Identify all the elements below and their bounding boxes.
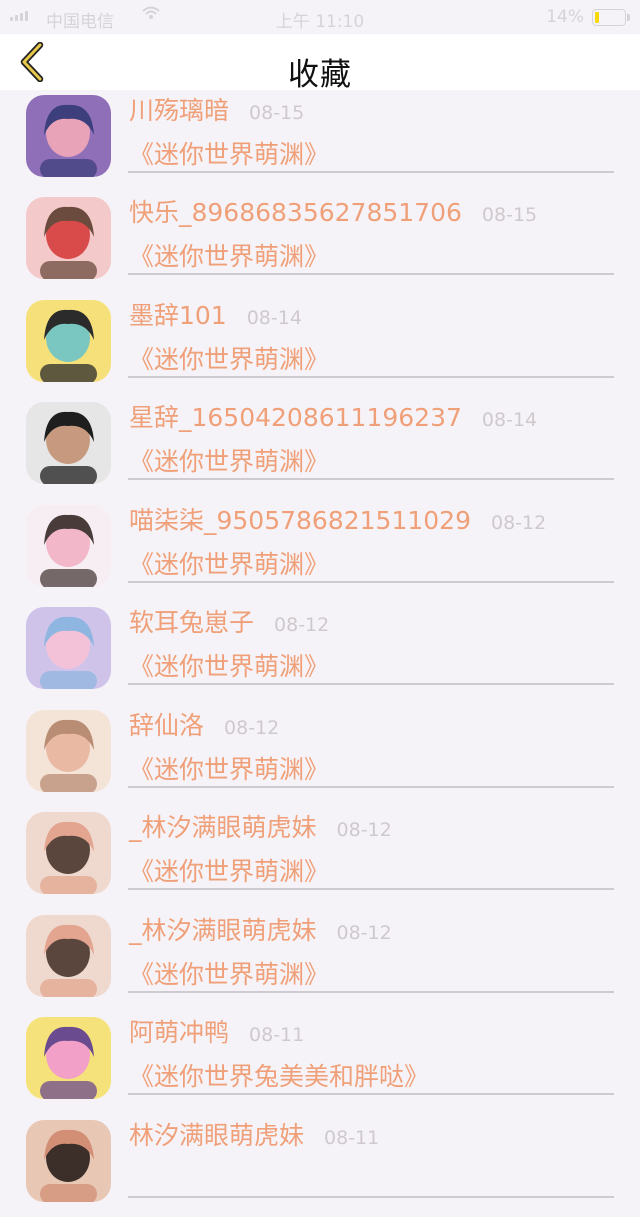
author-line: 快乐_89686835627851706 08-15 — [129, 193, 537, 229]
author-name[interactable]: 喵柒柒_9505786821511029 — [129, 501, 471, 537]
post-date: 08-12 — [336, 922, 392, 944]
favorite-item[interactable]: _林汐满眼萌虎妹 08-12 《迷你世界萌渊》 — [0, 807, 640, 909]
divider — [128, 171, 614, 173]
divider — [128, 888, 614, 890]
author-name[interactable]: 阿萌冲鸭 — [129, 1013, 229, 1049]
avatar[interactable] — [26, 1017, 111, 1099]
author-line: 川殇璃暗 08-15 — [129, 91, 304, 127]
work-title[interactable]: 《迷你世界萌渊》 — [129, 955, 329, 991]
favorite-item[interactable]: 墨辞101 08-14 《迷你世界萌渊》 — [0, 295, 640, 397]
author-line: 软耳兔崽子 08-12 — [129, 603, 329, 639]
favorite-item[interactable]: 辞仙洛 08-12 《迷你世界萌渊》 — [0, 705, 640, 807]
post-date: 08-11 — [324, 1127, 380, 1149]
favorite-item[interactable]: 星辞_1650420861119623​7 08-14 《迷你世界萌渊》 — [0, 397, 640, 499]
post-date: 08-12 — [491, 512, 547, 534]
work-title[interactable]: 《迷你世界萌渊》 — [129, 750, 329, 786]
divider — [128, 683, 614, 685]
navigation-bar: 收藏 — [0, 34, 640, 93]
post-date: 08-11 — [249, 1024, 305, 1046]
divider — [128, 376, 614, 378]
post-date: 08-12 — [336, 819, 392, 841]
battery-percent: 14% — [546, 7, 584, 27]
avatar[interactable] — [26, 915, 111, 997]
clock: 上午 11:10 — [275, 12, 365, 32]
author-line: 墨辞101 08-14 — [129, 296, 302, 332]
author-line: 辞仙洛 08-12 — [129, 706, 279, 742]
author-name[interactable]: 墨辞101 — [129, 296, 227, 332]
author-name[interactable]: 星辞_1650420861119623​7 — [129, 398, 462, 434]
battery-icon — [592, 9, 630, 26]
battery-level — [595, 12, 599, 23]
divider — [128, 786, 614, 788]
page-title: 收藏 — [288, 57, 352, 93]
divider — [128, 478, 614, 480]
author-name[interactable]: _林汐满眼萌虎妹 — [129, 808, 317, 844]
avatar[interactable] — [26, 710, 111, 792]
post-date: 08-14 — [246, 307, 302, 329]
work-title[interactable]: 《迷你世界萌渊》 — [129, 135, 329, 171]
work-title[interactable]: 《迷你世界萌渊》 — [129, 647, 329, 683]
divider — [128, 1196, 614, 1198]
favorite-item[interactable]: 快乐_89686835627851706 08-15 《迷你世界萌渊》 — [0, 192, 640, 294]
avatar[interactable] — [26, 505, 111, 587]
post-date: 08-14 — [481, 409, 538, 431]
avatar[interactable] — [26, 812, 111, 894]
work-title[interactable]: 《迷你世界兔美美和胖哒》 — [129, 1057, 429, 1093]
favorite-item[interactable]: 川殇璃暗 08-15 《迷你世界萌渊》 — [0, 90, 640, 192]
avatar[interactable] — [26, 607, 111, 689]
favorite-item[interactable]: _林汐满眼萌虎妹 08-12 《迷你世界萌渊》 — [0, 910, 640, 1012]
author-line: 星辞_1650420861119623​7 08-14 — [129, 398, 537, 434]
author-name[interactable]: 川殇璃暗 — [129, 91, 229, 127]
avatar[interactable] — [26, 402, 111, 484]
author-line: 林汐满眼萌虎妹 08-11 — [129, 1116, 379, 1152]
author-line: 阿萌冲鸭 08-11 — [129, 1013, 304, 1049]
post-date: 08-12 — [224, 717, 280, 739]
author-name[interactable]: 林汐满眼萌虎妹 — [129, 1116, 304, 1152]
post-date: 08-12 — [274, 614, 330, 636]
favorite-item[interactable]: 喵柒柒_9505786821511029 08-12 《迷你世界萌渊》 — [0, 500, 640, 602]
author-name[interactable]: 快乐_89686835627851706 — [129, 193, 462, 229]
work-title[interactable]: 《迷你世界萌渊》 — [129, 852, 329, 888]
work-title[interactable]: 《迷你世界萌渊》 — [129, 340, 329, 376]
post-date: 08-15 — [481, 204, 538, 226]
divider — [128, 273, 614, 275]
divider — [128, 581, 614, 583]
author-name[interactable]: 辞仙洛 — [129, 706, 204, 742]
favorite-item[interactable]: 林汐满眼萌虎妹 08-11 — [0, 1115, 640, 1217]
divider — [128, 1093, 614, 1095]
avatar[interactable] — [26, 1120, 111, 1202]
author-line: _林汐满眼萌虎妹 08-12 — [129, 911, 392, 947]
work-title[interactable]: 《迷你世界萌渊》 — [129, 442, 329, 478]
divider — [128, 991, 614, 993]
favorite-item[interactable]: 阿萌冲鸭 08-11 《迷你世界兔美美和胖哒》 — [0, 1012, 640, 1114]
post-date: 08-15 — [249, 102, 305, 124]
favorite-item[interactable]: 软耳兔崽子 08-12 《迷你世界萌渊》 — [0, 602, 640, 704]
author-line: 喵柒柒_9505786821511029 08-12 — [129, 501, 546, 537]
work-title[interactable]: 《迷你世界萌渊》 — [129, 545, 329, 581]
status-bar: 中国电信 上午 11:10 14% — [0, 0, 640, 34]
author-line: _林汐满眼萌虎妹 08-12 — [129, 808, 392, 844]
author-name[interactable]: _林汐满眼萌虎妹 — [129, 911, 317, 947]
work-title[interactable]: 《迷你世界萌渊》 — [129, 237, 329, 273]
avatar[interactable] — [26, 197, 111, 279]
avatar[interactable] — [26, 300, 111, 382]
author-name[interactable]: 软耳兔崽子 — [129, 603, 254, 639]
avatar[interactable] — [26, 95, 111, 177]
